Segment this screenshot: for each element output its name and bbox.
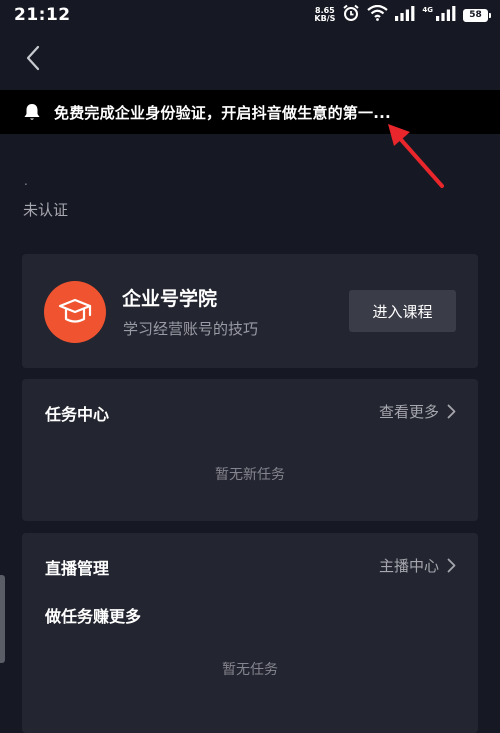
task-center-title: 任务中心 — [45, 405, 110, 424]
graduation-cap-icon — [44, 281, 106, 343]
certification-status: 未认证 — [23, 201, 69, 219]
academy-card: 企业号学院 学习经营账号的技巧 进入课程 — [22, 254, 478, 368]
bell-icon — [24, 104, 40, 120]
view-more-link[interactable]: 查看更多 — [379, 401, 456, 422]
academy-subtitle: 学习经营账号的技巧 — [123, 320, 259, 338]
task-center-empty: 暂无新任务 — [215, 467, 285, 483]
earn-more-subtitle: 做任务赚更多 — [45, 607, 142, 626]
live-management-card: 直播管理 主播中心 做任务赚更多 暂无任务 — [22, 533, 478, 733]
academy-title: 企业号学院 — [122, 288, 218, 310]
signal-icon — [395, 5, 415, 25]
back-button[interactable] — [18, 42, 48, 74]
network-speed-unit: KB/S — [314, 14, 336, 23]
notice-text: 免费完成企业身份验证，开启抖音做生意的第一... — [54, 103, 391, 122]
signal-icon-secondary — [436, 5, 456, 25]
chevron-right-icon — [447, 404, 456, 419]
network-speed: 8.65 KB/S — [314, 7, 335, 23]
alarm-icon — [342, 4, 360, 26]
chevron-right-icon — [447, 558, 456, 573]
task-center-card: 任务中心 查看更多 暂无新任务 — [22, 379, 478, 521]
status-bar: 21:12 8.65 KB/S 4G 58 — [0, 0, 500, 30]
status-icons: 8.65 KB/S 4G 58 — [314, 4, 491, 26]
network-type: 4G — [422, 6, 433, 14]
status-time: 21:12 — [14, 5, 71, 25]
annotation-arrow-icon — [388, 124, 444, 188]
view-more-label: 查看更多 — [378, 403, 439, 421]
streamer-center-link[interactable]: 主播中心 — [379, 555, 456, 576]
account-dot: . — [24, 174, 28, 188]
chevron-left-icon — [26, 45, 40, 71]
live-management-title: 直播管理 — [45, 559, 110, 578]
battery-icon: 58 — [463, 8, 491, 22]
side-drag-handle[interactable] — [0, 575, 5, 663]
streamer-center-label: 主播中心 — [378, 557, 439, 575]
live-tasks-empty: 暂无任务 — [222, 662, 278, 678]
wifi-icon — [367, 4, 389, 25]
enter-course-button[interactable]: 进入课程 — [349, 290, 456, 332]
